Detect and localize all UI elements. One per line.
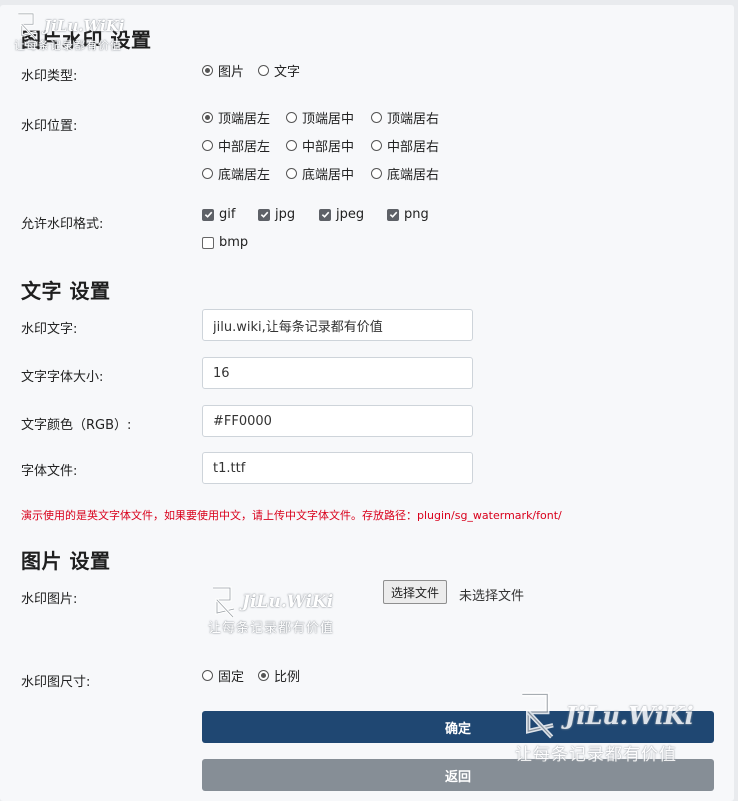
text-color-input[interactable] bbox=[202, 405, 473, 437]
position-radio[interactable] bbox=[371, 168, 382, 179]
font-file-input[interactable] bbox=[202, 452, 473, 484]
check-icon bbox=[321, 211, 329, 218]
position-bottom-left[interactable]: 底端居左 bbox=[202, 164, 270, 183]
section-title-image: 图片 设置 bbox=[21, 549, 111, 573]
font-size-input[interactable] bbox=[202, 357, 473, 389]
position-radio[interactable] bbox=[286, 140, 297, 151]
watermark-type-label: 水印类型: bbox=[21, 69, 78, 84]
section-title-text: 文字 设置 bbox=[21, 279, 111, 303]
size-fixed-radio[interactable] bbox=[202, 670, 213, 681]
type-image-radio[interactable] bbox=[202, 65, 213, 76]
choose-file-button[interactable]: 选择文件 bbox=[383, 580, 448, 604]
position-middle-right[interactable]: 中部居右 bbox=[371, 136, 439, 155]
format-jpg[interactable]: jpg bbox=[258, 207, 295, 222]
section-title-watermark: 图片水印 设置 bbox=[21, 28, 152, 52]
format-jpg-checkbox[interactable] bbox=[258, 208, 270, 221]
position-bottom-center[interactable]: 底端居中 bbox=[286, 164, 354, 183]
size-option-ratio[interactable]: 比例 bbox=[258, 666, 300, 685]
back-button[interactable]: 返回 bbox=[202, 759, 714, 791]
watermark-text-label: 水印文字: bbox=[21, 322, 78, 337]
watermark-image-label: 水印图片: bbox=[21, 592, 78, 607]
format-png-checkbox[interactable] bbox=[387, 208, 399, 221]
watermark-text-input[interactable] bbox=[202, 309, 473, 341]
check-icon bbox=[260, 211, 268, 218]
confirm-button[interactable]: 确定 bbox=[202, 711, 714, 743]
size-ratio-radio[interactable] bbox=[258, 670, 269, 681]
no-file-chosen-text: 未选择文件 bbox=[459, 589, 525, 604]
format-png[interactable]: png bbox=[387, 207, 429, 222]
check-icon bbox=[389, 211, 397, 218]
position-radio[interactable] bbox=[371, 112, 382, 123]
font-path-note: 演示使用的是英文字体文件，如果要使用中文，请上传中文字体文件。存放路径：plug… bbox=[21, 509, 562, 522]
type-option-image[interactable]: 图片 bbox=[202, 61, 244, 80]
position-top-right[interactable]: 顶端居右 bbox=[371, 108, 439, 127]
position-middle-center[interactable]: 中部居中 bbox=[286, 136, 354, 155]
type-text-radio[interactable] bbox=[258, 65, 269, 76]
position-radio[interactable] bbox=[286, 168, 297, 179]
size-option-fixed[interactable]: 固定 bbox=[202, 666, 244, 685]
type-option-text[interactable]: 文字 bbox=[258, 61, 300, 80]
font-file-label: 字体文件: bbox=[21, 464, 78, 479]
position-top-center[interactable]: 顶端居中 bbox=[286, 108, 354, 127]
check-icon bbox=[204, 211, 212, 218]
position-radio[interactable] bbox=[202, 112, 213, 123]
format-jpeg[interactable]: jpeg bbox=[319, 207, 364, 222]
formats-label: 允许水印格式: bbox=[21, 217, 104, 232]
position-middle-left[interactable]: 中部居左 bbox=[202, 136, 270, 155]
font-size-label: 文字字体大小: bbox=[21, 370, 104, 385]
position-radio[interactable] bbox=[286, 112, 297, 123]
position-radio[interactable] bbox=[202, 168, 213, 179]
image-size-label: 水印图尺寸: bbox=[21, 675, 91, 690]
position-top-left[interactable]: 顶端居左 bbox=[202, 108, 270, 127]
format-gif-checkbox[interactable] bbox=[202, 208, 214, 221]
format-gif[interactable]: gif bbox=[202, 207, 235, 222]
watermark-position-label: 水印位置: bbox=[21, 119, 78, 134]
text-color-label: 文字颜色（RGB）: bbox=[21, 418, 132, 433]
position-radio[interactable] bbox=[371, 140, 382, 151]
position-bottom-right[interactable]: 底端居右 bbox=[371, 164, 439, 183]
format-bmp[interactable]: bmp bbox=[202, 235, 248, 250]
settings-panel bbox=[0, 5, 734, 801]
format-bmp-checkbox[interactable] bbox=[202, 236, 214, 249]
position-radio[interactable] bbox=[202, 140, 213, 151]
format-jpeg-checkbox[interactable] bbox=[319, 208, 331, 221]
